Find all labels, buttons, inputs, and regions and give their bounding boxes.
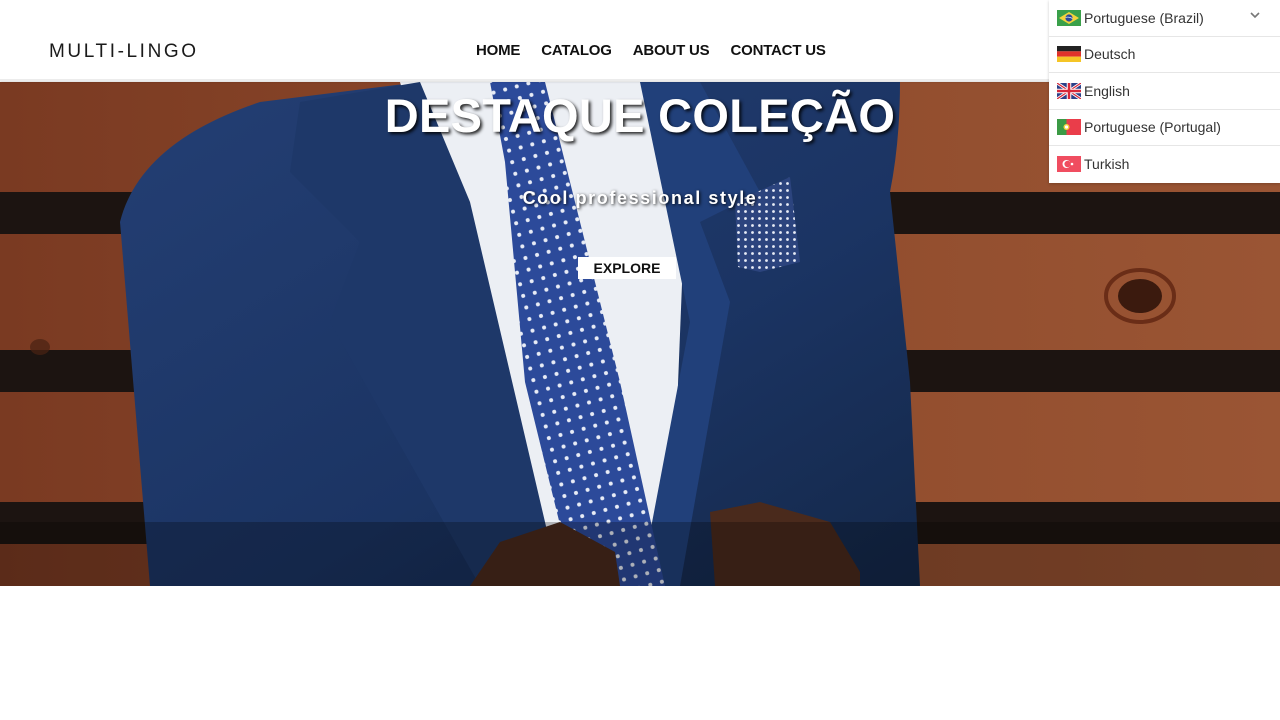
- language-option-turkish[interactable]: Turkish: [1049, 146, 1280, 183]
- main-nav: HOME CATALOG ABOUT US CONTACT US: [476, 42, 826, 59]
- chevron-down-icon[interactable]: [1250, 10, 1260, 20]
- site-logo[interactable]: MULTI-LINGO: [49, 41, 199, 63]
- nav-about-us[interactable]: ABOUT US: [633, 42, 710, 59]
- germany-flag-icon: [1057, 46, 1081, 63]
- nav-home[interactable]: HOME: [476, 42, 520, 59]
- hero-subtitle: Cool professional style: [522, 188, 758, 208]
- language-selected-label: Portuguese (Brazil): [1084, 9, 1204, 26]
- language-option-deutsch[interactable]: Deutsch: [1049, 37, 1280, 73]
- language-option-label: English: [1084, 82, 1130, 99]
- language-option-label: Turkish: [1084, 156, 1130, 173]
- nav-contact-us[interactable]: CONTACT US: [730, 42, 825, 59]
- language-selected[interactable]: Portuguese (Brazil): [1049, 0, 1280, 37]
- language-option-english[interactable]: English: [1049, 73, 1280, 110]
- turkey-flag-icon: [1057, 156, 1081, 173]
- language-option-label: Portuguese (Portugal): [1084, 119, 1221, 136]
- language-option-portuguese-portugal[interactable]: Portuguese (Portugal): [1049, 110, 1280, 146]
- language-option-label: Deutsch: [1084, 46, 1136, 63]
- explore-button[interactable]: EXPLORE: [578, 257, 676, 279]
- portugal-flag-icon: [1057, 119, 1081, 136]
- uk-flag-icon: [1057, 82, 1081, 99]
- nav-catalog[interactable]: CATALOG: [541, 42, 612, 59]
- language-dropdown: Portuguese (Brazil) Deutsch English Port…: [1049, 0, 1280, 183]
- brazil-flag-icon: [1057, 9, 1081, 26]
